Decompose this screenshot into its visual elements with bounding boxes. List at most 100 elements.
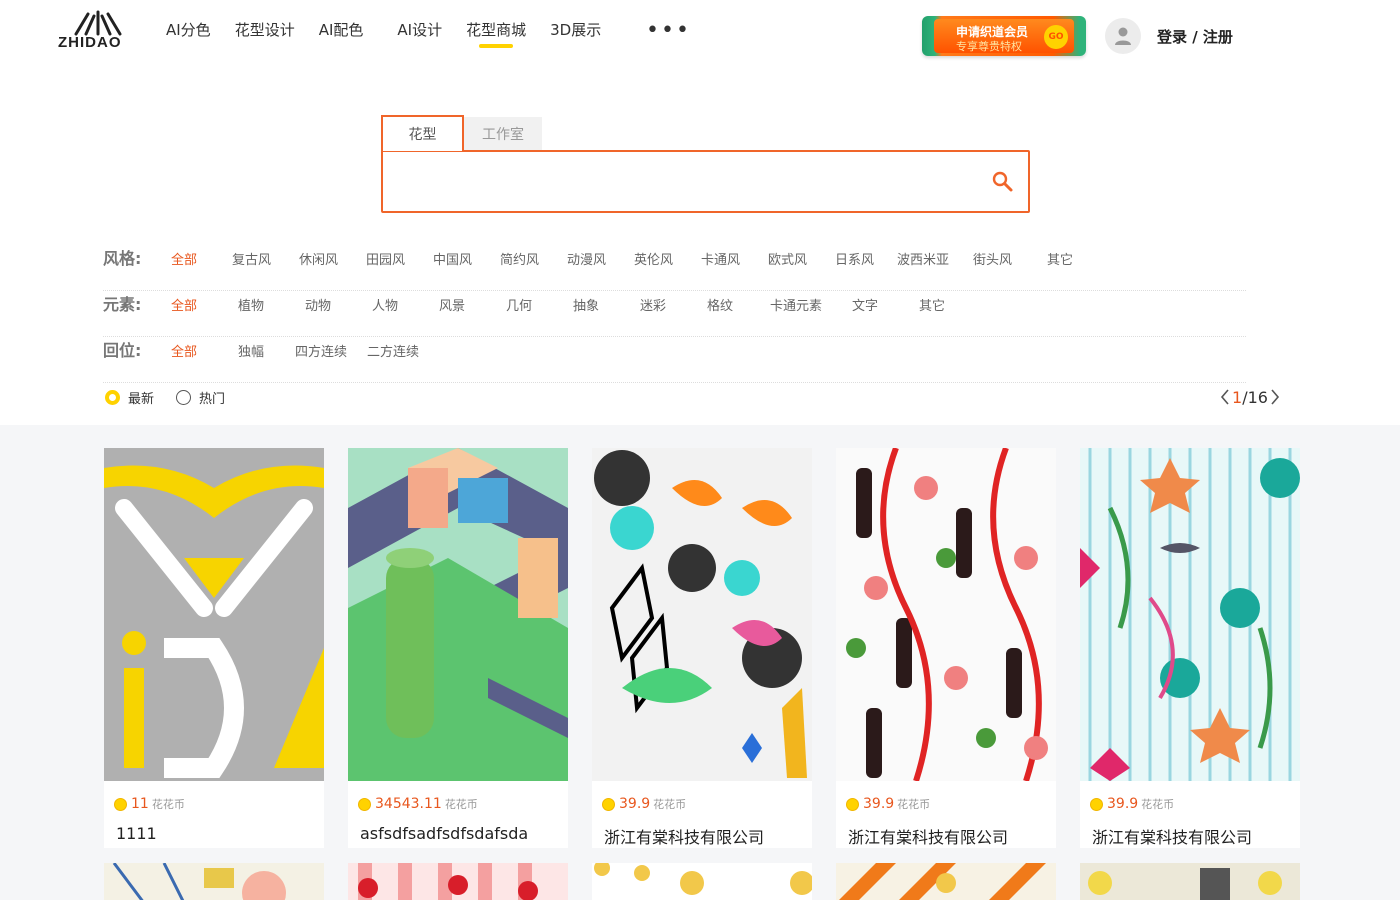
filter-style-option[interactable]: 波西米亚 xyxy=(897,249,973,268)
filter-element-all[interactable]: 全部 xyxy=(171,295,238,314)
filter-style-option[interactable]: 简约风 xyxy=(500,249,567,268)
product-card[interactable]: 11 花花币 1111 xyxy=(104,448,324,848)
product-name: 浙江有棠科技有限公司 xyxy=(848,828,1009,847)
search-box xyxy=(381,150,1030,213)
filter-element-option[interactable]: 人物 xyxy=(372,295,439,314)
search-icon[interactable] xyxy=(991,170,1015,194)
filter-style-row: 风格: 全部 复古风 休闲风 田园风 中国风 简约风 动漫风 英伦风 卡通风 欧… xyxy=(103,245,1246,291)
product-card[interactable]: 39.9 花花币 浙江有棠科技有限公司 xyxy=(592,448,812,848)
price-unit: 花花币 xyxy=(151,798,185,811)
product-thumbnail xyxy=(836,863,1056,900)
filter-repeat-row: 回位: 全部 独幅 四方连续 二方连续 xyxy=(103,337,1246,383)
nav-pattern-mall[interactable]: 花型商城 xyxy=(466,18,526,48)
nav-ai-separation[interactable]: AI分色 xyxy=(166,18,211,48)
filter-style-option[interactable]: 英伦风 xyxy=(634,249,701,268)
filter-style-option[interactable]: 休闲风 xyxy=(299,249,366,268)
coin-icon xyxy=(358,797,371,811)
vip-apply-banner[interactable]: 申请织道会员 专享尊贵特权 GO xyxy=(922,16,1086,56)
chevron-right-icon[interactable] xyxy=(1268,387,1282,407)
filter-repeat-option[interactable]: 四方连续 xyxy=(295,341,367,360)
nav-pattern-design[interactable]: 花型设计 xyxy=(235,18,295,48)
filter-style-option[interactable]: 欧式风 xyxy=(768,249,835,268)
pager-total: /16 xyxy=(1242,387,1268,407)
product-card[interactable]: 39.9 花花币 浙江有棠科技有限公司 xyxy=(836,448,1056,848)
filter-element-option[interactable]: 风景 xyxy=(439,295,506,314)
top-header: ZHIDAO AI分色 花型设计 AI配色 AI设计 花型商城 3D展示 •••… xyxy=(0,0,1400,72)
filter-element-row: 元素: 全部 植物 动物 人物 风景 几何 抽象 迷彩 格纹 卡通元素 文字 其… xyxy=(103,291,1246,337)
price-unit: 花花币 xyxy=(653,798,687,811)
vip-go-badge: GO xyxy=(1044,25,1068,49)
product-name: 浙江有棠科技有限公司 xyxy=(604,828,765,847)
filter-element-option[interactable]: 动物 xyxy=(305,295,372,314)
zhidao-logo[interactable]: ZHIDAO xyxy=(58,10,138,54)
logo-mark-icon xyxy=(74,10,122,36)
tab-pattern[interactable]: 花型 xyxy=(381,115,464,151)
sort-options: 最新 热门 xyxy=(105,388,247,407)
pager: 1 /16 xyxy=(1218,387,1282,407)
sort-newest[interactable]: 最新 xyxy=(105,388,154,407)
price-unit: 花花币 xyxy=(897,798,931,811)
product-thumbnail xyxy=(348,448,568,781)
product-card-partial[interactable] xyxy=(104,863,324,900)
filter-style-option[interactable]: 日系风 xyxy=(835,249,897,268)
product-thumbnail xyxy=(1080,863,1300,900)
sort-popular[interactable]: 热门 xyxy=(176,388,225,407)
coin-icon xyxy=(846,797,859,811)
vip-subtitle: 专享尊贵特权 xyxy=(956,40,1022,53)
search-input[interactable] xyxy=(393,162,973,202)
product-card-partial[interactable] xyxy=(1080,863,1300,900)
more-menu-button[interactable]: ••• xyxy=(646,20,691,42)
filter-repeat-all[interactable]: 全部 xyxy=(171,341,238,360)
filter-style-option[interactable]: 动漫风 xyxy=(567,249,634,268)
filter-style-option[interactable]: 复古风 xyxy=(232,249,299,268)
filter-element-option[interactable]: 文字 xyxy=(852,295,919,314)
filter-style-option[interactable]: 田园风 xyxy=(366,249,433,268)
product-card-partial[interactable] xyxy=(592,863,812,900)
filter-repeat-options: 全部 独幅 四方连续 二方连续 xyxy=(171,341,434,360)
product-name: asfsdfsadfsdfsdafsda xyxy=(360,824,529,843)
filter-repeat-option[interactable]: 二方连续 xyxy=(367,341,434,360)
filter-element-option[interactable]: 其它 xyxy=(919,295,986,314)
price-value: 39.9 xyxy=(619,796,651,812)
radio-popular[interactable] xyxy=(176,390,192,405)
filter-style-option[interactable]: 其它 xyxy=(1047,249,1114,268)
main-nav: AI分色 花型设计 AI配色 AI设计 花型商城 3D展示 xyxy=(166,18,625,48)
nav-ai-design[interactable]: AI设计 xyxy=(397,18,442,48)
product-name: 浙江有棠科技有限公司 xyxy=(1092,828,1253,847)
chevron-left-icon[interactable] xyxy=(1218,387,1232,407)
login-register-link[interactable]: 登录 / 注册 xyxy=(1157,26,1233,47)
price-unit: 花花币 xyxy=(444,798,478,811)
filter-style-option[interactable]: 中国风 xyxy=(433,249,500,268)
filter-style-all[interactable]: 全部 xyxy=(171,249,238,268)
product-price: 11 花花币 xyxy=(114,796,185,812)
filter-style-option[interactable]: 卡通风 xyxy=(701,249,768,268)
avatar[interactable] xyxy=(1105,18,1141,54)
nav-3d-display[interactable]: 3D展示 xyxy=(550,18,601,48)
product-card[interactable]: 39.9 花花币 浙江有棠科技有限公司 xyxy=(1080,448,1300,848)
product-thumbnail xyxy=(1080,448,1300,781)
filter-element-option[interactable]: 植物 xyxy=(238,295,305,314)
price-unit: 花花币 xyxy=(1141,798,1175,811)
filter-element-option[interactable]: 几何 xyxy=(506,295,573,314)
filter-element-option[interactable]: 迷彩 xyxy=(640,295,707,314)
product-thumbnail xyxy=(104,448,324,781)
filter-repeat-label: 回位: xyxy=(103,341,142,360)
product-card-partial[interactable] xyxy=(348,863,568,900)
nav-ai-color[interactable]: AI配色 xyxy=(319,18,364,48)
price-value: 34543.11 xyxy=(375,796,442,812)
filter-element-option[interactable]: 卡通元素 xyxy=(770,295,852,314)
filter-repeat-option[interactable]: 独幅 xyxy=(238,341,295,360)
filter-element-option[interactable]: 抽象 xyxy=(573,295,640,314)
product-thumbnail xyxy=(104,863,324,900)
tab-studio[interactable]: 工作室 xyxy=(464,117,542,153)
product-card[interactable]: 34543.11 花花币 asfsdfsadfsdfsdafsda xyxy=(348,448,568,848)
coin-icon xyxy=(1090,797,1103,811)
filter-style-option[interactable]: 街头风 xyxy=(973,249,1047,268)
radio-newest[interactable] xyxy=(105,390,120,405)
product-price: 34543.11 花花币 xyxy=(358,796,478,812)
product-card-partial[interactable] xyxy=(836,863,1056,900)
product-thumbnail xyxy=(348,863,568,900)
filter-element-option[interactable]: 格纹 xyxy=(707,295,770,314)
filter-element-label: 元素: xyxy=(103,295,142,314)
filter-style-options: 全部 复古风 休闲风 田园风 中国风 简约风 动漫风 英伦风 卡通风 欧式风 日… xyxy=(171,249,1114,268)
